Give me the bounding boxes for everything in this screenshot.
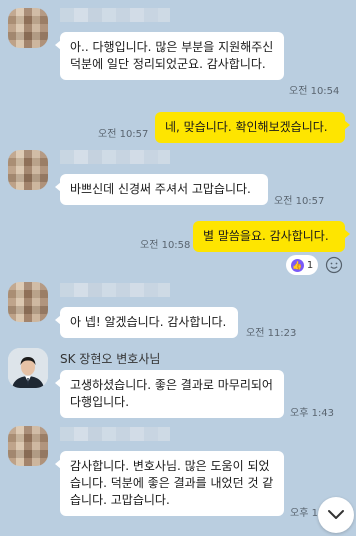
sender-name-blurred <box>60 150 170 164</box>
person-photo-icon <box>8 348 48 388</box>
reaction-badge[interactable]: 👍 1 <box>286 255 318 275</box>
sender-avatar-blurred[interactable] <box>8 8 48 48</box>
message-time: 오전 10:57 <box>274 196 325 207</box>
sender-name: SK 장현오 변호사님 <box>60 352 161 366</box>
scroll-to-bottom-button[interactable] <box>318 497 354 533</box>
sender-avatar-blurred[interactable] <box>8 282 48 322</box>
message-text: 아.. 다행입니다. 많은 부분을 지원해주신 덕분에 일단 정리되었군요. 감… <box>70 40 274 71</box>
message-text: 바쁘신데 신경써 주셔서 고맙습니다. <box>70 182 251 196</box>
sender-name-blurred <box>60 427 170 441</box>
incoming-message[interactable]: 아.. 다행입니다. 많은 부분을 지원해주신 덕분에 일단 정리되었군요. 감… <box>55 32 284 80</box>
sender-name-blurred <box>60 283 170 297</box>
message-time: 오전 10:58 <box>140 240 191 251</box>
message-time: 오전 11:23 <box>246 328 297 339</box>
message-text: 고생하셨습니다. 좋은 결과로 마무리되어 다행입니다. <box>70 378 273 409</box>
sender-name-blurred <box>60 8 170 22</box>
message-time: 오전 10:54 <box>289 86 340 97</box>
message-text: 감사합니다. 변호사님. 많은 도움이 되었습니다. 덕분에 좋은 결과를 내었… <box>70 459 274 507</box>
sender-avatar-blurred[interactable] <box>8 150 48 190</box>
message-text: 별 말씀을요. 감사합니다. <box>203 229 329 243</box>
outgoing-message[interactable]: 별 말씀을요. 감사합니다. <box>193 221 350 252</box>
sender-avatar-blurred[interactable] <box>8 426 48 466</box>
message-time: 오후 1:43 <box>290 408 335 419</box>
lawyer-avatar[interactable] <box>8 348 48 388</box>
outgoing-message[interactable]: 네, 맞습니다. 확인해보겠습니다. <box>155 112 350 143</box>
chevron-down-icon <box>328 510 344 519</box>
reaction-count: 1 <box>306 259 314 271</box>
incoming-message[interactable]: 바쁘신데 신경써 주셔서 고맙습니다. <box>55 174 268 205</box>
message-time: 오전 10:57 <box>98 129 149 140</box>
incoming-message[interactable]: 고생하셨습니다. 좋은 결과로 마무리되어 다행입니다. <box>55 370 284 418</box>
like-icon: 👍 <box>290 258 304 272</box>
incoming-message[interactable]: 아 넵! 알겠습니다. 감사합니다. <box>55 307 238 338</box>
smiley-icon[interactable] <box>325 256 343 274</box>
message-text: 아 넵! 알겠습니다. 감사합니다. <box>70 315 227 329</box>
incoming-message[interactable]: 감사합니다. 변호사님. 많은 도움이 되었습니다. 덕분에 좋은 결과를 내었… <box>55 451 284 516</box>
message-text: 네, 맞습니다. 확인해보겠습니다. <box>165 120 328 134</box>
